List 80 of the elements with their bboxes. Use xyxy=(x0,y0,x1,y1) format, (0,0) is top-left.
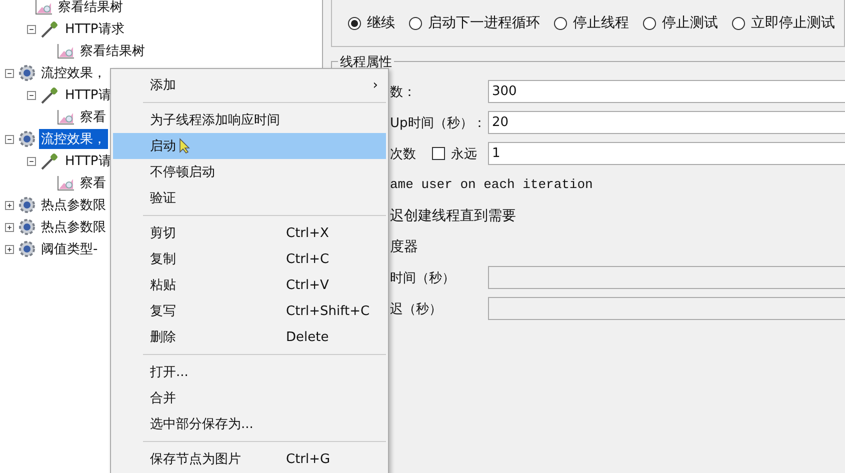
menu-item[interactable]: 验证 xyxy=(113,185,386,211)
shortcut-label: Ctrl+C xyxy=(286,252,330,266)
expand-icon[interactable] xyxy=(5,244,14,254)
menu-item[interactable]: 剪切 Ctrl+X xyxy=(113,220,386,246)
menu-item[interactable]: 复写 Ctrl+Shift+C xyxy=(113,298,386,324)
option-label: ame user on each iteration xyxy=(390,177,593,192)
checkbox[interactable] xyxy=(432,147,445,160)
chart-icon xyxy=(57,175,75,191)
radio-button[interactable] xyxy=(409,16,422,30)
pointer-icon xyxy=(179,138,190,154)
radio-label: 立即停止测试 xyxy=(751,14,835,32)
menu-item[interactable]: 为子线程添加响应时间 xyxy=(113,107,386,133)
tree-item[interactable]: 察看结果树 xyxy=(78,41,147,61)
collapse-icon[interactable] xyxy=(5,68,14,78)
menu-item[interactable]: 不停顿启动 xyxy=(113,159,386,185)
tree-item[interactable]: 察看 xyxy=(78,107,108,127)
chart-icon xyxy=(57,109,75,125)
chart-icon xyxy=(57,43,75,59)
tree-item[interactable]: 热点参数限 xyxy=(39,195,108,215)
tree-item[interactable]: 察看 xyxy=(78,173,108,193)
menu-item[interactable]: 复制 Ctrl+C xyxy=(113,246,386,272)
chart-icon xyxy=(35,0,53,15)
gear-icon xyxy=(18,240,36,258)
menu-item[interactable]: 打开... xyxy=(113,359,386,385)
shortcut-label: Ctrl+Shift+C xyxy=(286,304,370,318)
pipette-icon xyxy=(40,20,60,38)
submenu-arrow: › xyxy=(372,78,378,92)
option-label: 度器 xyxy=(390,238,418,256)
menu-item[interactable]: 粘贴 Ctrl+V xyxy=(113,272,386,298)
tree-item[interactable]: HTTP请 xyxy=(63,85,114,105)
radio-option[interactable]: 立即停止测试 xyxy=(732,14,835,32)
shortcut-label: Ctrl+G xyxy=(286,452,330,466)
menu-item[interactable]: 保存节点为图片 Ctrl+G xyxy=(113,446,386,472)
tree-item[interactable]: 察看结果树 xyxy=(56,0,125,17)
expand-icon[interactable] xyxy=(5,200,14,210)
checkbox-label: 永远 xyxy=(450,146,478,162)
menu-item[interactable]: 选中部分保存为... xyxy=(113,411,386,437)
menu-item[interactable]: 删除 Delete xyxy=(113,324,386,350)
radio-label: 继续 xyxy=(367,14,395,32)
tree-item[interactable]: 热点参数限 xyxy=(39,217,108,237)
input-field[interactable]: 300 xyxy=(488,80,845,103)
input-field[interactable]: 20 xyxy=(488,111,845,134)
expand-icon[interactable] xyxy=(5,222,14,232)
field-label: 迟（秒） xyxy=(390,300,443,318)
field-label: Up时间（秒）： xyxy=(390,114,487,132)
collapse-icon[interactable] xyxy=(5,134,14,144)
radio-button[interactable] xyxy=(554,16,567,30)
radio-option[interactable]: 停止测试 xyxy=(643,14,718,32)
input-field[interactable]: 1 xyxy=(488,142,845,165)
radio-label: 停止测试 xyxy=(662,14,718,32)
radio-button[interactable] xyxy=(348,16,361,30)
gear-icon xyxy=(18,196,36,214)
collapse-icon[interactable] xyxy=(27,156,36,166)
shortcut-label: Delete xyxy=(286,330,329,344)
gear-icon xyxy=(18,130,36,148)
field-label: 时间（秒） xyxy=(390,270,456,286)
tree-item[interactable]: HTTP请求 xyxy=(63,19,126,39)
option-label: 迟创建线程直到需要 xyxy=(390,206,516,224)
menu-item[interactable]: 合并 xyxy=(113,385,386,411)
pipette-icon xyxy=(40,152,60,170)
radio-button[interactable] xyxy=(643,16,656,30)
radio-label: 停止线程 xyxy=(573,14,629,32)
tree-item[interactable]: 阈值类型- xyxy=(39,239,100,259)
gear-icon xyxy=(18,218,36,236)
shortcut-label: Ctrl+V xyxy=(286,278,329,292)
radio-option[interactable]: 停止线程 xyxy=(554,14,629,32)
tree-item[interactable]: HTTP请 xyxy=(63,151,114,171)
shortcut-label: Ctrl+X xyxy=(286,226,329,240)
menu-item[interactable]: 添加 › xyxy=(113,72,386,98)
radio-button[interactable] xyxy=(732,16,745,30)
gear-icon xyxy=(18,64,36,82)
collapse-icon[interactable] xyxy=(27,90,36,100)
menu-item[interactable]: 启动 xyxy=(113,133,386,159)
tree-item[interactable]: 流控效果， xyxy=(39,63,108,83)
tree-item[interactable]: 流控效果， xyxy=(39,129,108,149)
collapse-icon[interactable] xyxy=(27,24,36,34)
field-label: 次数 xyxy=(390,146,417,162)
pipette-icon xyxy=(40,86,60,104)
field-label: 数： xyxy=(390,84,417,100)
radio-option[interactable]: 继续 xyxy=(348,14,395,32)
